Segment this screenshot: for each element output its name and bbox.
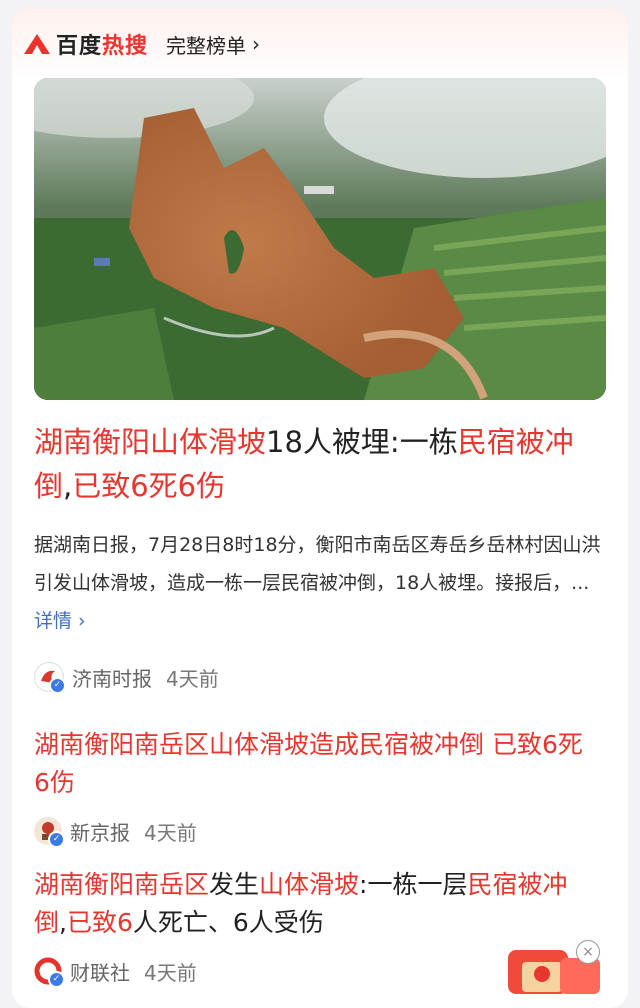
- title-segment: 湖南衡阳南岳区山体滑坡造成民宿被冲倒 已致6死6伤: [34, 730, 583, 797]
- title-segment: 湖南衡阳南岳区: [34, 870, 210, 899]
- details-link[interactable]: 详情 ›: [34, 610, 86, 632]
- summary-text: 据湖南日报，7月28日8时18分，衡阳市南岳区寿岳乡岳林村因山洪引发山体滑坡，造…: [34, 534, 601, 594]
- verified-icon: ✓: [49, 677, 66, 694]
- hero-image[interactable]: [34, 78, 606, 400]
- title-segment: 山体滑坡: [259, 870, 360, 899]
- news-item-title[interactable]: 湖南衡阳南岳区山体滑坡造成民宿被冲倒 已致6死6伤: [34, 726, 594, 802]
- source-avatar: ✓: [34, 662, 66, 694]
- source-row: ✓ 财联社 4天前: [34, 956, 197, 988]
- article-summary: 据湖南日报，7月28日8时18分，衡阳市南岳区寿岳乡岳林村因山洪引发山体滑坡，造…: [34, 526, 606, 640]
- news-item-title[interactable]: 湖南衡阳南岳区发生山体滑坡:一栋一层民宿被冲倒,已致6人死亡、6人受伤: [34, 866, 594, 942]
- title-segment: ,: [59, 908, 67, 937]
- red-envelope-gift-icon[interactable]: [500, 938, 620, 994]
- close-icon[interactable]: ×: [576, 940, 600, 964]
- post-time: 4天前: [166, 666, 219, 691]
- title-segment: 已致6: [66, 908, 133, 937]
- full-list-link[interactable]: 完整榜单 ›: [166, 30, 260, 59]
- title-segment: ,: [63, 469, 73, 503]
- post-time: 4天前: [144, 960, 197, 985]
- title-segment: 已致6死6伤: [72, 469, 226, 503]
- title-segment: :一栋一层: [359, 870, 468, 899]
- verified-icon: ✓: [48, 971, 65, 988]
- title-segment: 发生: [209, 870, 260, 899]
- verified-icon: ✓: [48, 831, 65, 848]
- source-name[interactable]: 新京报: [70, 817, 130, 846]
- post-time: 4天前: [144, 820, 197, 845]
- landslide-aerial-photo: [34, 78, 606, 400]
- full-list-label: 完整榜单: [166, 33, 247, 58]
- baidu-hot-logo-icon: [24, 34, 50, 54]
- title-segment: 人死亡、6人受伤: [132, 908, 324, 937]
- brand-logo: 百度热搜: [56, 34, 149, 59]
- header: 百度热搜 完整榜单 ›: [22, 24, 260, 64]
- title-segment: 湖南衡阳山体滑坡: [34, 425, 267, 459]
- source-row: ✓ 济南时报 4天前: [34, 662, 219, 694]
- source-avatar: ✓: [34, 957, 65, 988]
- source-avatar: ✓: [34, 817, 65, 848]
- article-headline[interactable]: 湖南衡阳山体滑坡18人被埋:一栋民宿被冲倒,已致6死6伤: [34, 420, 606, 508]
- source-name[interactable]: 济南时报: [72, 663, 152, 692]
- source-row: ✓ 新京报 4天前: [34, 816, 197, 848]
- title-segment: 18人被埋:一栋: [266, 425, 458, 459]
- source-name[interactable]: 财联社: [70, 957, 130, 986]
- chevron-right-icon: ›: [252, 32, 261, 56]
